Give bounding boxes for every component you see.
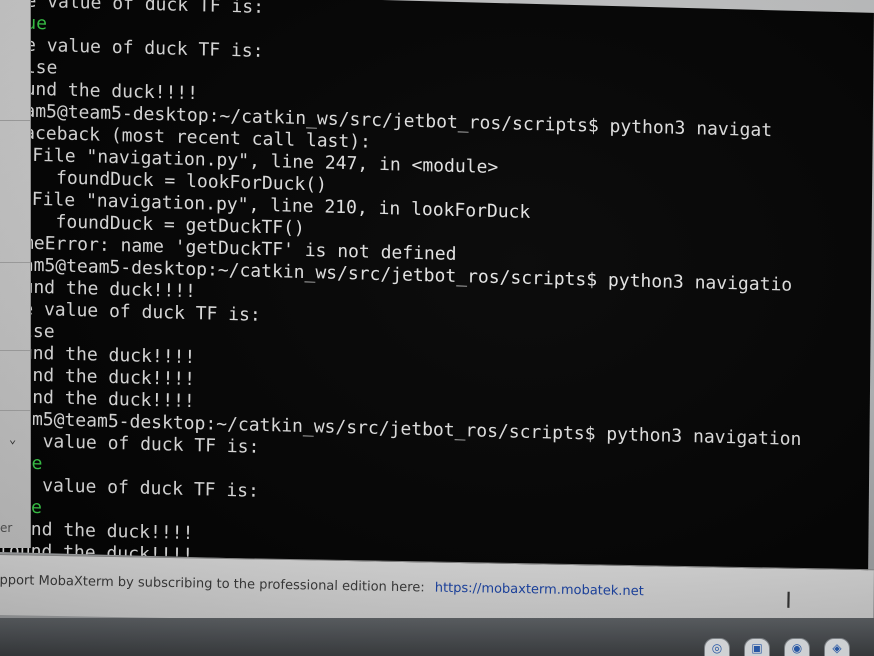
sidebar-divider xyxy=(0,350,30,351)
terminal-window[interactable]: the value of duck TF is:Truethe value of… xyxy=(0,0,874,575)
monitor-screen: the value of duck TF is:Truethe value of… xyxy=(0,0,874,656)
sidebar-divider xyxy=(0,120,30,121)
sidebar-divider xyxy=(0,262,30,263)
ibeam-cursor-icon: I xyxy=(785,588,793,614)
chevron-down-icon[interactable]: ⌄ xyxy=(9,432,16,446)
status-message-text: pport MobaXterm by subscribing to the pr… xyxy=(0,572,425,596)
system-tray: ◎ ▣ ◉ ◈ xyxy=(704,638,850,656)
sidebar-divider xyxy=(0,410,30,411)
network-icon[interactable]: ◉ xyxy=(784,638,810,656)
volume-icon[interactable]: ◈ xyxy=(824,638,850,656)
sidebar-label-fragment: er xyxy=(0,521,13,535)
left-sidebar: ⌄ er xyxy=(0,0,31,548)
status-message: pport MobaXterm by subscribing to the pr… xyxy=(0,573,644,599)
mobaxterm-link[interactable]: https://mobaxterm.mobatek.net xyxy=(435,581,644,600)
mobaxterm-icon[interactable]: ▣ xyxy=(744,638,770,656)
taskbar: ◎ ▣ ◉ ◈ xyxy=(0,618,874,656)
chrome-icon[interactable]: ◎ xyxy=(704,638,730,656)
terminal-output: the value of duck TF is:Truethe value of… xyxy=(0,0,806,575)
